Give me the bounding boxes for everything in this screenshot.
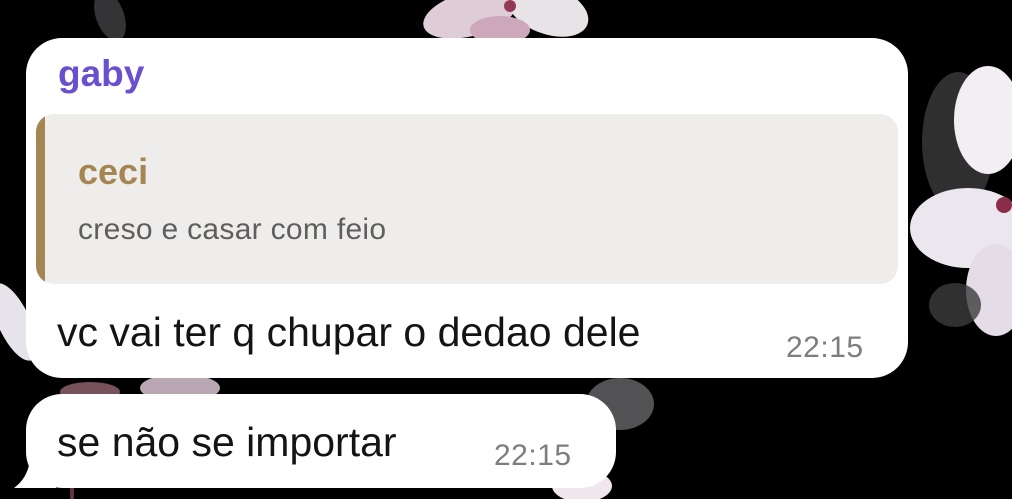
message-text: se não se importar <box>57 419 397 465</box>
reply-accent-bar <box>36 114 45 284</box>
reply-author: ceci <box>78 151 149 192</box>
message-timestamp: 22:15 <box>494 439 572 472</box>
message-timestamp: 22:15 <box>786 331 864 364</box>
message-text: vc vai ter q chupar o dedao dele <box>57 309 641 355</box>
reply-text: creso e casar com feio <box>78 213 387 246</box>
reply-quote[interactable]: ceci creso e casar com feio <box>36 114 898 284</box>
sender-name[interactable]: gaby <box>58 55 144 92</box>
